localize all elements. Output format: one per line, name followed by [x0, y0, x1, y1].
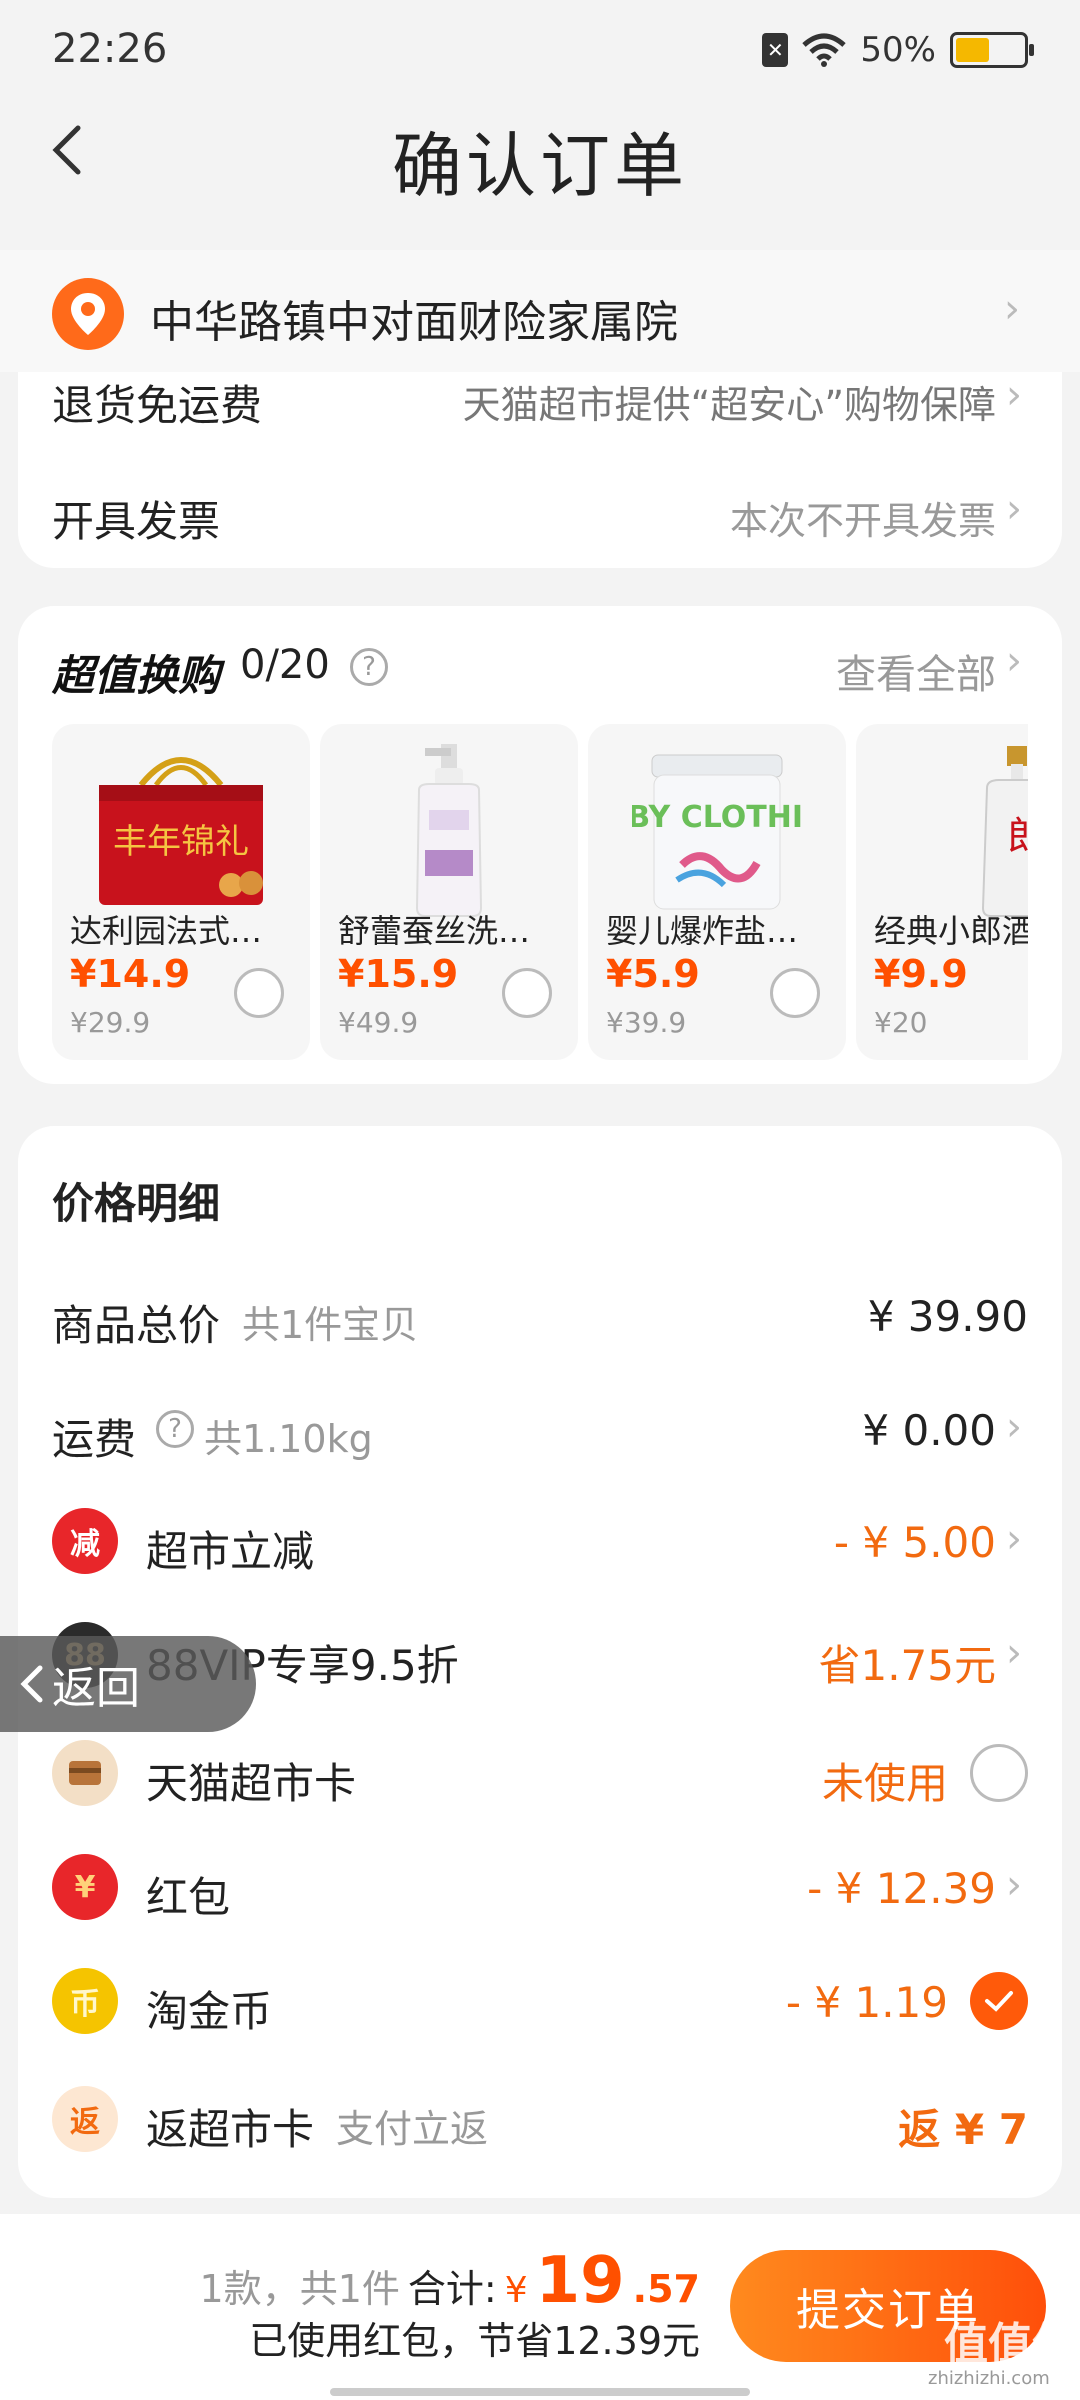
price-row-hint: 共1.10kg	[204, 1417, 373, 1461]
price-row-value: - ¥ 1.19	[785, 1978, 948, 2027]
chevron-right-icon: ›	[1006, 1862, 1022, 1908]
total-label: 合计:	[407, 2267, 497, 2311]
chevron-right-icon: ›	[1006, 1404, 1022, 1450]
red-packet-icon: ¥	[52, 1854, 118, 1920]
service-value-invoice[interactable]: 本次不开具发票	[730, 490, 996, 545]
product-price: ¥14.9	[70, 952, 191, 996]
page-title: 确认订单	[392, 125, 688, 207]
saving-text: 已使用红包，节省12.39元	[249, 2319, 700, 2363]
price-detail-title: 价格明细	[52, 1179, 221, 1228]
total-line: 1款，共1件 合计: ¥ 19 .57	[200, 2244, 700, 2318]
check-icon[interactable]	[970, 1972, 1028, 2030]
detergent-tub-image: BABY CLOTHING	[608, 740, 826, 920]
chevron-right-icon: ›	[1006, 486, 1022, 532]
wifi-icon	[802, 33, 847, 67]
home-indicator	[330, 2388, 750, 2396]
currency: ¥	[504, 2270, 528, 2311]
price-row-hint: 共1件宝贝	[242, 1303, 419, 1347]
service-value-return[interactable]: 天猫超市提供“超安心”购物保障	[463, 374, 996, 429]
location-pin-icon	[52, 278, 124, 350]
swap-product-card[interactable]: 郎 经典小郎酒 ¥9.9 ¥20	[856, 724, 1028, 1060]
address-text: 中华路镇中对面财险家属院	[150, 297, 678, 348]
product-name: 舒蕾蚕丝洗…	[338, 912, 531, 950]
price-row-value: ¥ 39.90	[867, 1292, 1028, 1341]
product-original-price: ¥20	[874, 1006, 928, 1039]
price-row-label: 超市立减	[146, 1527, 315, 1576]
battery-percent: 50%	[860, 30, 936, 70]
liquor-bottle-image: 郎	[876, 740, 1028, 920]
price-row-value[interactable]: - ¥ 12.39	[807, 1864, 996, 1913]
watermark: 值值值	[944, 2319, 1076, 2370]
service-label-invoice: 开具发票	[52, 497, 221, 546]
discount-icon: 减	[52, 1508, 118, 1574]
price-row-label: 商品总价	[52, 1301, 221, 1350]
watermark-url: zhizhizhi.com	[928, 2368, 1050, 2389]
liquor-label-text: 郎	[1007, 814, 1028, 860]
swap-title: 超值换购	[52, 651, 221, 700]
product-original-price: ¥39.9	[606, 1006, 687, 1039]
service-label-return: 退货免运费	[52, 381, 263, 430]
total-dec: .57	[632, 2267, 700, 2311]
price-row-label: 天猫超市卡	[146, 1759, 357, 1808]
chevron-right-icon: ›	[1006, 1630, 1022, 1676]
chevron-left-icon	[20, 1665, 43, 1703]
product-name: 婴儿爆炸盐…	[606, 912, 799, 950]
product-original-price: ¥29.9	[70, 1006, 151, 1039]
price-row-value[interactable]: - ¥ 5.00	[834, 1518, 996, 1567]
card-icon	[52, 1740, 118, 1806]
price-row-hint: 支付立返	[336, 2107, 489, 2151]
total-int: 19	[535, 2244, 625, 2318]
product-name: 达利园法式…	[70, 912, 263, 950]
gift-box-image: 丰年锦礼	[72, 740, 290, 920]
select-radio[interactable]	[770, 968, 820, 1018]
swap-product-card[interactable]: BABY CLOTHING 婴儿爆炸盐… ¥5.9 ¥39.9	[588, 724, 846, 1060]
swap-count: 0/20	[240, 642, 330, 688]
chevron-right-icon: ›	[1004, 286, 1020, 332]
shampoo-bottle-image	[340, 740, 558, 920]
price-row-label: 淘金币	[146, 1987, 273, 2036]
gift-box-text: 丰年锦礼	[113, 822, 249, 862]
price-row-value[interactable]: ¥ 0.00	[862, 1406, 996, 1455]
chevron-right-icon: ›	[1006, 372, 1022, 418]
chevron-right-icon: ›	[1006, 638, 1022, 684]
status-icons: ✕ 50%	[762, 30, 1034, 70]
supermarket-card-radio[interactable]	[970, 1744, 1028, 1802]
tub-text: BABY CLOTHING	[632, 800, 802, 835]
price-row-label: 红包	[146, 1873, 231, 1922]
floating-back-label: 返回	[52, 1663, 140, 1714]
price-row-label: 返超市卡	[146, 2105, 315, 2154]
sim-off-icon: ✕	[762, 33, 789, 67]
floating-back-button[interactable]: 返回	[0, 1636, 256, 1732]
price-row-value: 未使用	[821, 1759, 948, 1808]
status-time: 22:26	[52, 26, 168, 72]
coin-icon: 币	[52, 1968, 118, 2034]
swap-product-card[interactable]: 丰年锦礼 达利园法式… ¥14.9 ¥29.9	[52, 724, 310, 1060]
product-name: 经典小郎酒	[874, 912, 1028, 950]
product-price: ¥5.9	[606, 952, 700, 996]
select-radio[interactable]	[502, 968, 552, 1018]
view-all-link[interactable]: 查看全部	[836, 642, 996, 700]
price-row-label: 运费	[52, 1415, 137, 1464]
battery-fill	[956, 38, 989, 62]
select-radio[interactable]	[234, 968, 284, 1018]
product-price: ¥15.9	[338, 952, 459, 996]
chevron-right-icon: ›	[1006, 1516, 1022, 1562]
item-count: 1款，共1件	[199, 2267, 400, 2311]
product-original-price: ¥49.9	[338, 1006, 419, 1039]
price-row-value[interactable]: 省1.75元	[818, 1632, 996, 1693]
price-row-value: 返 ¥ 7	[898, 2105, 1028, 2154]
battery-icon	[950, 32, 1034, 68]
help-icon[interactable]: ?	[350, 648, 388, 686]
help-icon[interactable]: ?	[156, 1410, 194, 1448]
swap-product-clip: 郎 经典小郎酒 ¥9.9 ¥20	[856, 724, 1028, 1060]
swap-product-card[interactable]: 舒蕾蚕丝洗… ¥15.9 ¥49.9	[320, 724, 578, 1060]
cashback-icon: 返	[52, 2086, 118, 2152]
product-price: ¥9.9	[874, 952, 968, 996]
